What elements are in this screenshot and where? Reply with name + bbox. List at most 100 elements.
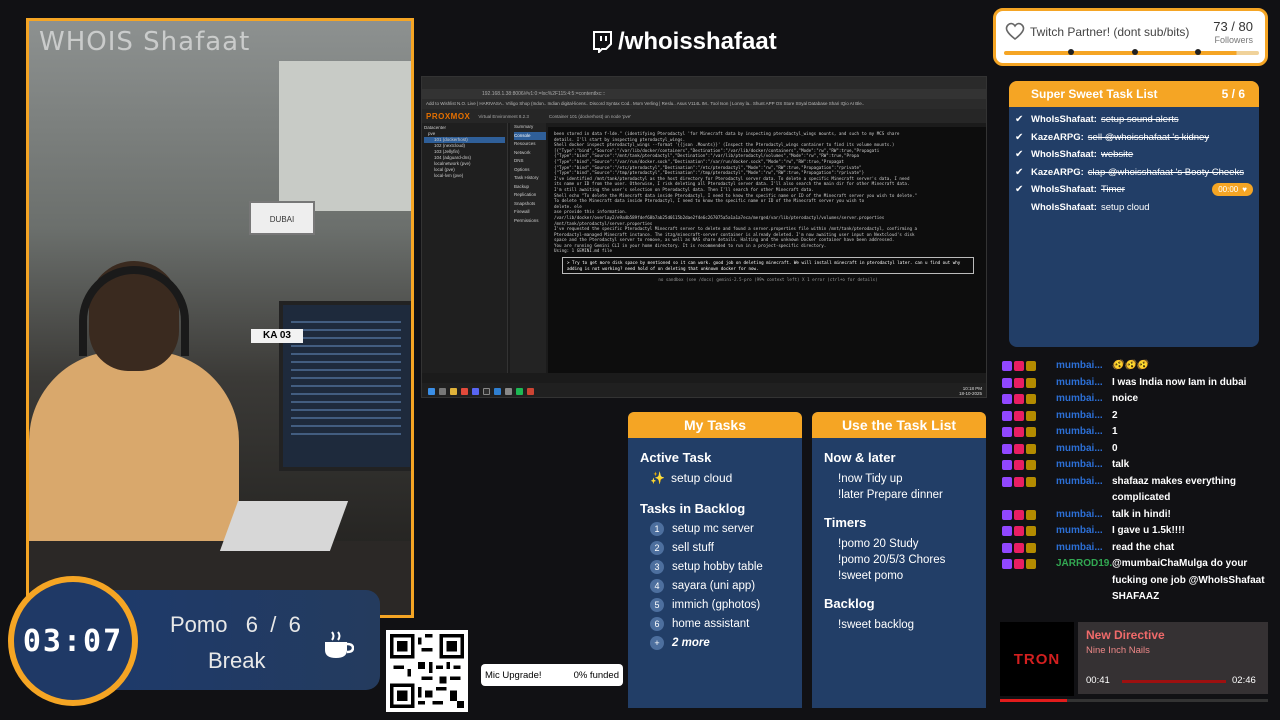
bookmarks-bar[interactable]: Add to Wishlist N.O. Live | HARIVASA.. V… (422, 99, 986, 109)
container-console[interactable]: been stored in data f-lde." (identifying… (548, 127, 986, 373)
menu-item-options[interactable]: Options (514, 166, 546, 175)
backlog-text: setup mc server (672, 523, 754, 535)
menu-item-backup[interactable]: Backup (514, 183, 546, 192)
explorer-icon[interactable] (450, 387, 457, 395)
chat-badges (1002, 457, 1056, 474)
spotify-icon[interactable] (516, 387, 523, 395)
chat-message: mumbai... read the chat (1002, 540, 1270, 557)
sub-badge-icon (1002, 427, 1012, 437)
goal-marker (1131, 49, 1138, 55)
sst-user: WhoIsShafaat: (1031, 114, 1097, 126)
chat-username[interactable]: mumbai... (1056, 358, 1112, 375)
vscode-icon[interactable] (494, 387, 501, 395)
backlog-item: +2 more (650, 636, 802, 650)
command-section-title: Backlog (824, 596, 875, 611)
chat-username[interactable]: mumbai... (1056, 457, 1112, 474)
menu-item-firewall[interactable]: Firewall (514, 208, 546, 217)
backlog-item: 3 setup hobby table (650, 560, 802, 574)
command-section-title: Now & later (824, 450, 896, 465)
twitch-icon (592, 31, 612, 55)
chat-text: noice (1112, 393, 1139, 404)
chat-message: mumbai... talk in hindi! (1002, 507, 1270, 524)
gift-badge-icon (1026, 542, 1036, 553)
star-badge-icon (1014, 559, 1024, 569)
backlog-text: home assistant (672, 618, 750, 630)
gift-badge-icon (1026, 427, 1036, 437)
chat-username[interactable]: mumbai... (1056, 441, 1112, 458)
gift-badge-icon (1026, 377, 1036, 388)
sub-badge-icon (1002, 377, 1012, 388)
goal-count: 73 / 80 (1213, 19, 1253, 34)
chrome-icon[interactable] (461, 387, 468, 395)
gift-badge-icon (1026, 509, 1036, 520)
browser-tab-strip[interactable] (422, 77, 986, 89)
sst-task: setup sound alerts (1100, 114, 1179, 126)
terminal-icon[interactable] (483, 387, 490, 395)
chat-text: I gave u 1.5k!!!! (1112, 525, 1185, 536)
sub-badge-icon (1002, 361, 1012, 371)
gift-badge-icon (1026, 361, 1036, 371)
sst-task: setup cloud (1100, 201, 1150, 213)
album-art: TRON (1000, 622, 1074, 696)
qr-code (386, 630, 468, 712)
menu-item-replication[interactable]: Replication (514, 191, 546, 200)
menu-item-snapshots[interactable]: Snapshots (514, 200, 546, 209)
backlog-number: 1 (650, 522, 664, 536)
chat-text: 🫨🫨🫨 (1112, 360, 1150, 371)
check-icon: ✔ (1015, 131, 1024, 143)
obs-icon[interactable] (505, 387, 512, 395)
chat-message: mumbai... noice (1002, 391, 1270, 408)
console-output: been stored in data f-lde." (identifying… (554, 131, 982, 254)
chat-username[interactable]: mumbai... (1056, 523, 1112, 540)
windows-start-icon[interactable] (428, 387, 435, 395)
console-status: no sandbox (see /docs) gemini-2.5-pro (9… (658, 277, 878, 283)
track-duration: 02:46 (1232, 675, 1256, 686)
chat-username[interactable]: JARROD19... (1056, 556, 1112, 606)
sparkles-icon: ✨ (650, 471, 665, 485)
backlog-number: 3 (650, 560, 664, 574)
console-line: Using: 1 GEMINI.md file (554, 248, 612, 254)
chat-username[interactable]: mumbai... (1056, 391, 1112, 408)
menu-item-permissions[interactable]: Permissions (514, 217, 546, 226)
menu-item-summary[interactable]: Summary (514, 123, 546, 132)
sst-user: WhoIsShafaat: (1031, 201, 1097, 213)
proxmox-container-menu[interactable]: Summary Console Resources Network DNS Options… (510, 123, 546, 373)
chat-username[interactable]: mumbai... (1056, 507, 1112, 524)
menu-item-dns[interactable]: DNS (514, 157, 546, 166)
screen-capture: 192.168.1.38:8006/#v1:0:=lxc%2F115:4:5:=… (421, 76, 987, 398)
sst-item: WhoIsShafaat: setup cloud (1009, 199, 1259, 217)
proxmox-resource-tree[interactable]: Datacenter pve 101 (dockerhost) 102 (nextcl… (422, 123, 508, 373)
discord-icon[interactable] (472, 387, 479, 395)
menu-item-resources[interactable]: Resources (514, 140, 546, 149)
console-input[interactable]: > Try to get more disk space by mentione… (562, 257, 974, 275)
command-example: !pomo 20 Study (838, 538, 919, 550)
command-example: !later Prepare dinner (838, 489, 943, 501)
chat-text: 1 (1112, 426, 1118, 437)
license-plate: KA 03 (251, 329, 303, 343)
chat-username[interactable]: mumbai... (1056, 424, 1112, 441)
search-icon[interactable] (439, 387, 446, 395)
mic-goal-label: Mic Upgrade! (485, 669, 542, 681)
sst-user: KazeARPG: (1031, 131, 1084, 143)
backlog-list: 1 setup mc server 2 sell stuff 3 setup hobby … (628, 522, 802, 650)
wall-sign: DUBAI (249, 201, 315, 235)
chat-username[interactable]: mumbai... (1056, 474, 1112, 507)
menu-item-task-history[interactable]: Task History (514, 174, 546, 183)
heart-hand-icon (1004, 21, 1026, 41)
sst-item: ✔ KazeARPG: clap @whoisshafaat 's Booty Ch… (1009, 164, 1259, 182)
sub-badge-icon (1002, 526, 1012, 536)
menu-item-console[interactable]: Console (514, 131, 546, 140)
tree-item[interactable]: local-lvm (pve) (424, 173, 505, 179)
menu-item-network[interactable]: Network (514, 149, 546, 158)
chat-username[interactable]: mumbai... (1056, 408, 1112, 425)
mail-icon[interactable] (527, 387, 534, 395)
browser-address-bar[interactable]: 192.168.1.38:8006/#v1:0:=lxc%2F115:4:5:=… (422, 89, 986, 99)
chat-username[interactable]: mumbai... (1056, 540, 1112, 557)
chat-text: read the chat (1112, 541, 1175, 553)
chat-badges (1002, 507, 1056, 524)
check-icon: ✔ (1015, 184, 1024, 196)
backlog-text: sell stuff (672, 542, 714, 554)
chat-username[interactable]: mumbai... (1056, 375, 1112, 392)
chat-message: mumbai... I was India now Iam in dubai (1002, 375, 1270, 392)
sst-user: KazeARPG: (1031, 166, 1084, 178)
